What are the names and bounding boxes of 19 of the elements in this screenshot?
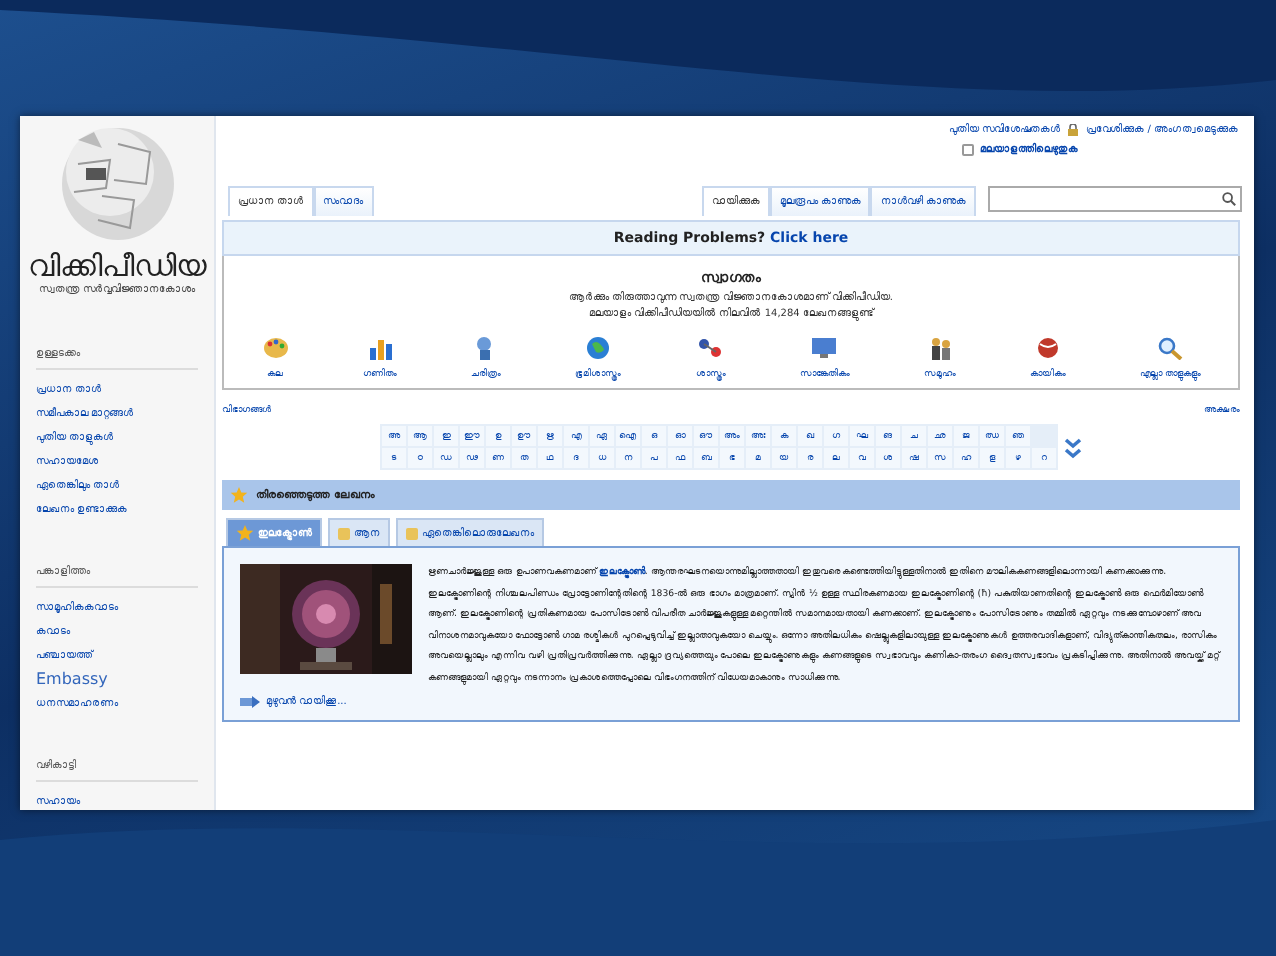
search-field[interactable] (988, 186, 1242, 212)
star-icon (236, 524, 254, 542)
site-title: വിക്കിപീഡിയ (28, 248, 206, 284)
star-icon (230, 486, 248, 504)
typing-checkbox[interactable] (962, 144, 974, 156)
arrow-icon (240, 696, 260, 708)
square-icon (338, 527, 350, 539)
bar-chart-icon[interactable] (366, 336, 395, 360)
magnifier-icon[interactable] (1156, 336, 1185, 360)
globe-icon[interactable] (584, 336, 613, 360)
search-icon[interactable] (1222, 192, 1236, 206)
globe-logo[interactable] (57, 124, 177, 244)
molecule-icon[interactable] (696, 336, 725, 360)
lock-icon (1068, 124, 1079, 136)
expand-icon[interactable] (1064, 435, 1082, 459)
palette-icon[interactable] (261, 336, 290, 360)
square-icon (406, 527, 418, 539)
sidebar-link[interactable]: Embassy (36, 668, 214, 692)
monitor-icon[interactable] (810, 336, 839, 360)
